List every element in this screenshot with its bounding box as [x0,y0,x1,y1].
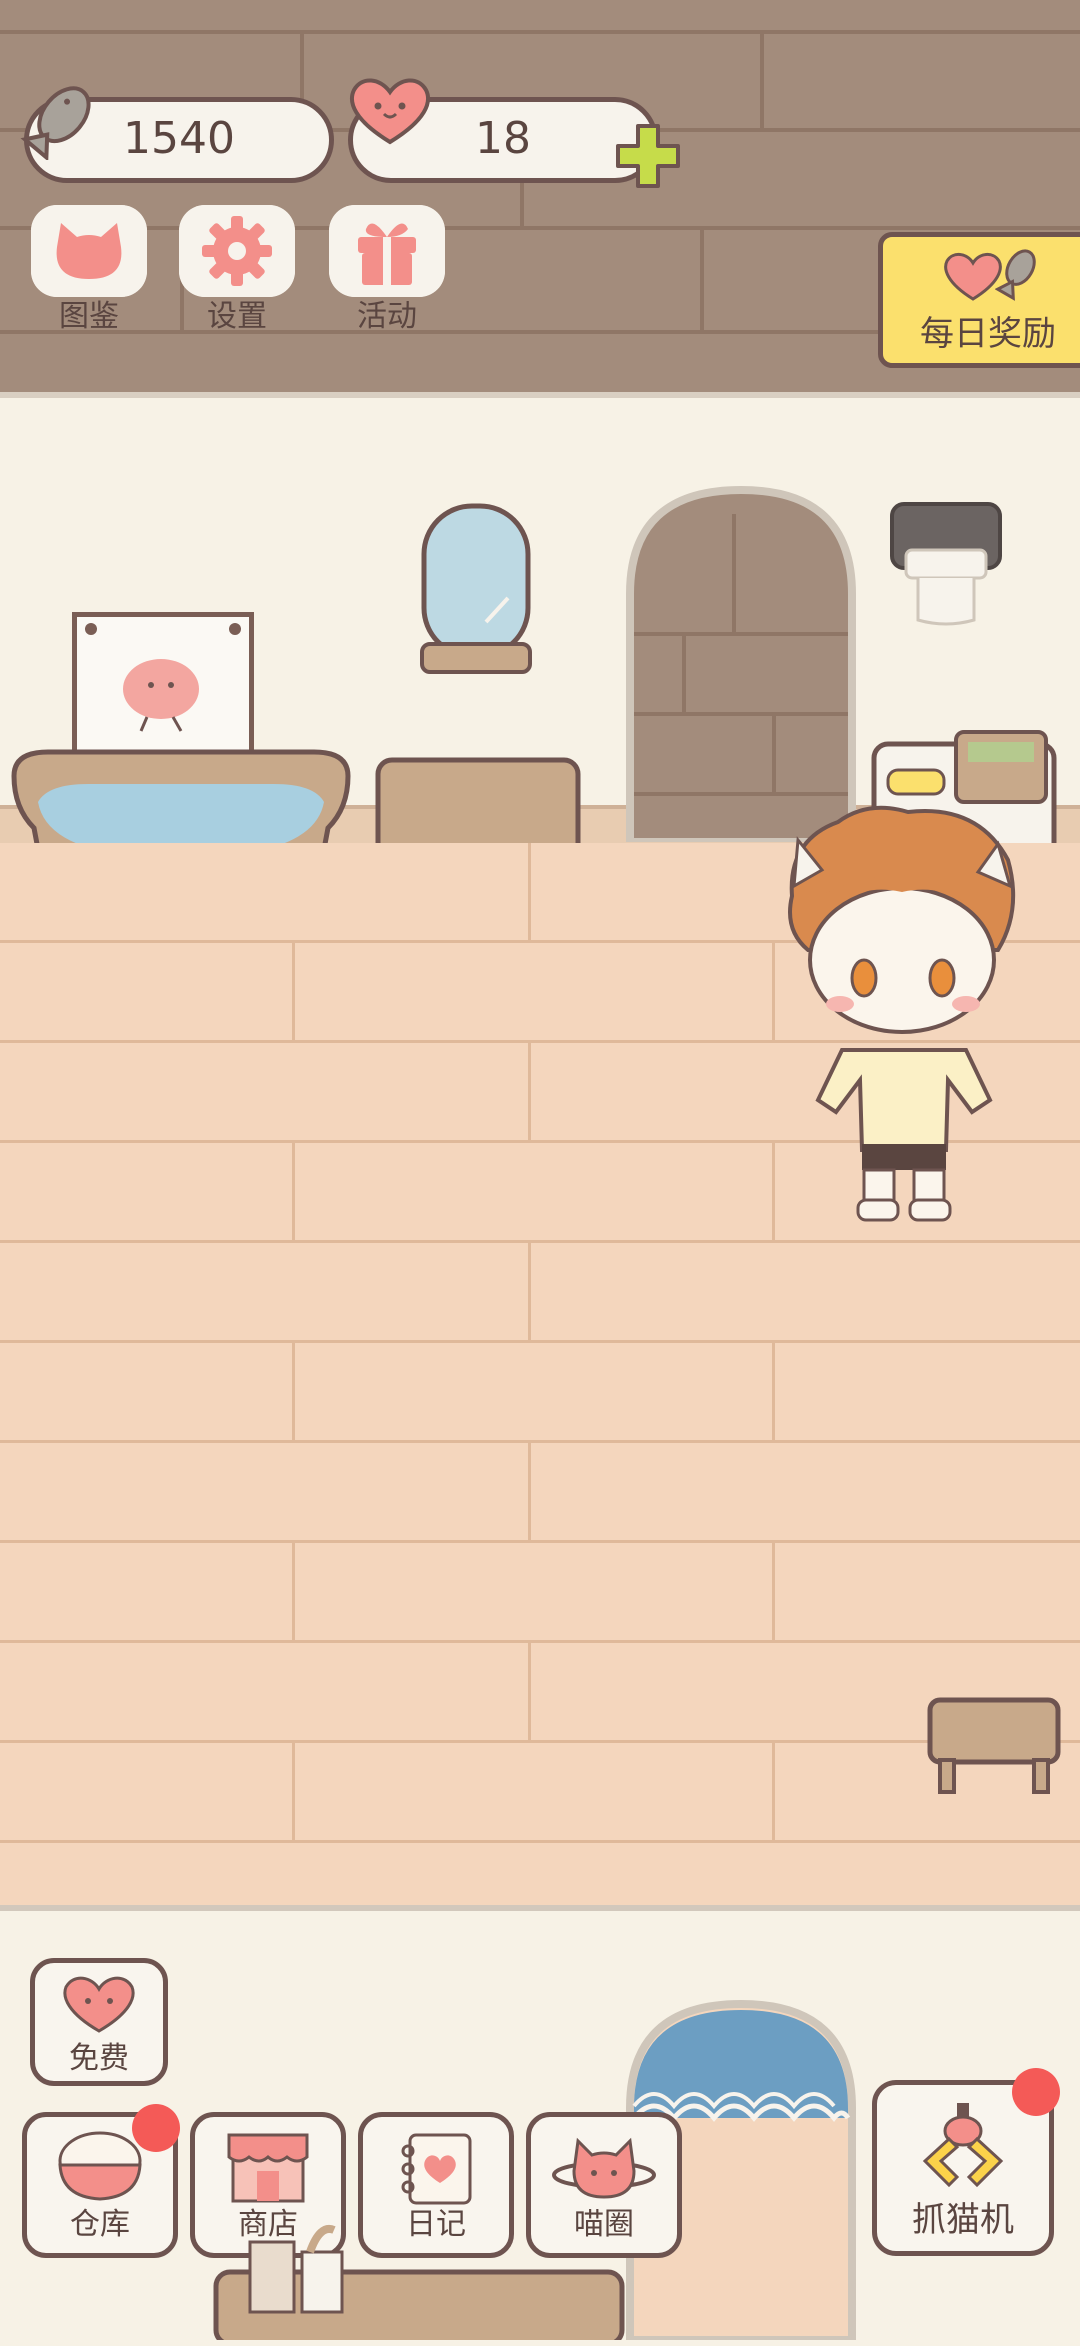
wall-mirror[interactable] [416,502,536,678]
claw-machine-notification-dot [1012,2068,1060,2116]
settings-label: 设置 [207,299,267,334]
free-label: 免费 [69,2041,129,2076]
diary-notebook-icon [401,2133,472,2205]
cat-head-icon [56,223,122,279]
fish-icon [20,86,91,160]
towel-dispenser[interactable] [888,500,1004,630]
heart-icon [63,1976,135,2033]
cat-planet-icon [552,2137,656,2199]
collection-label: 图鉴 [59,299,119,334]
free-reward-button[interactable]: 免费 [30,1958,168,2086]
counter-with-utensils [213,2225,625,2340]
cat-boy-character[interactable] [778,800,1028,1230]
heart-count: 18 [475,113,531,164]
gift-icon [358,223,416,285]
gear-icon [202,216,272,286]
cat-picture-frame[interactable] [72,612,254,758]
claw-machine-label: 抓猫机 [912,2200,1014,2240]
events-label: 活动 [357,299,417,334]
events-button[interactable]: 活动 [328,205,446,334]
shop-stall-icon [227,2133,309,2203]
daily-reward-label: 每日奖励 [920,314,1056,354]
wooden-stool[interactable] [926,1696,1062,1798]
claw-icon [922,2103,1004,2188]
heart-icon [349,78,431,145]
collection-button[interactable]: 图鉴 [30,205,148,334]
settings-button[interactable]: 设置 [178,205,296,334]
warehouse-label: 仓库 [70,2207,130,2242]
warehouse-notification-dot [132,2104,180,2152]
pink-cat-picture [85,623,241,732]
arched-doorway[interactable] [624,484,858,842]
fish-count: 1540 [123,113,235,164]
rice-bowl-icon [58,2131,142,2201]
daily-reward-button[interactable]: 每日奖励 [878,232,1080,368]
fish-icon [995,249,1036,301]
plus-icon[interactable] [614,122,682,190]
